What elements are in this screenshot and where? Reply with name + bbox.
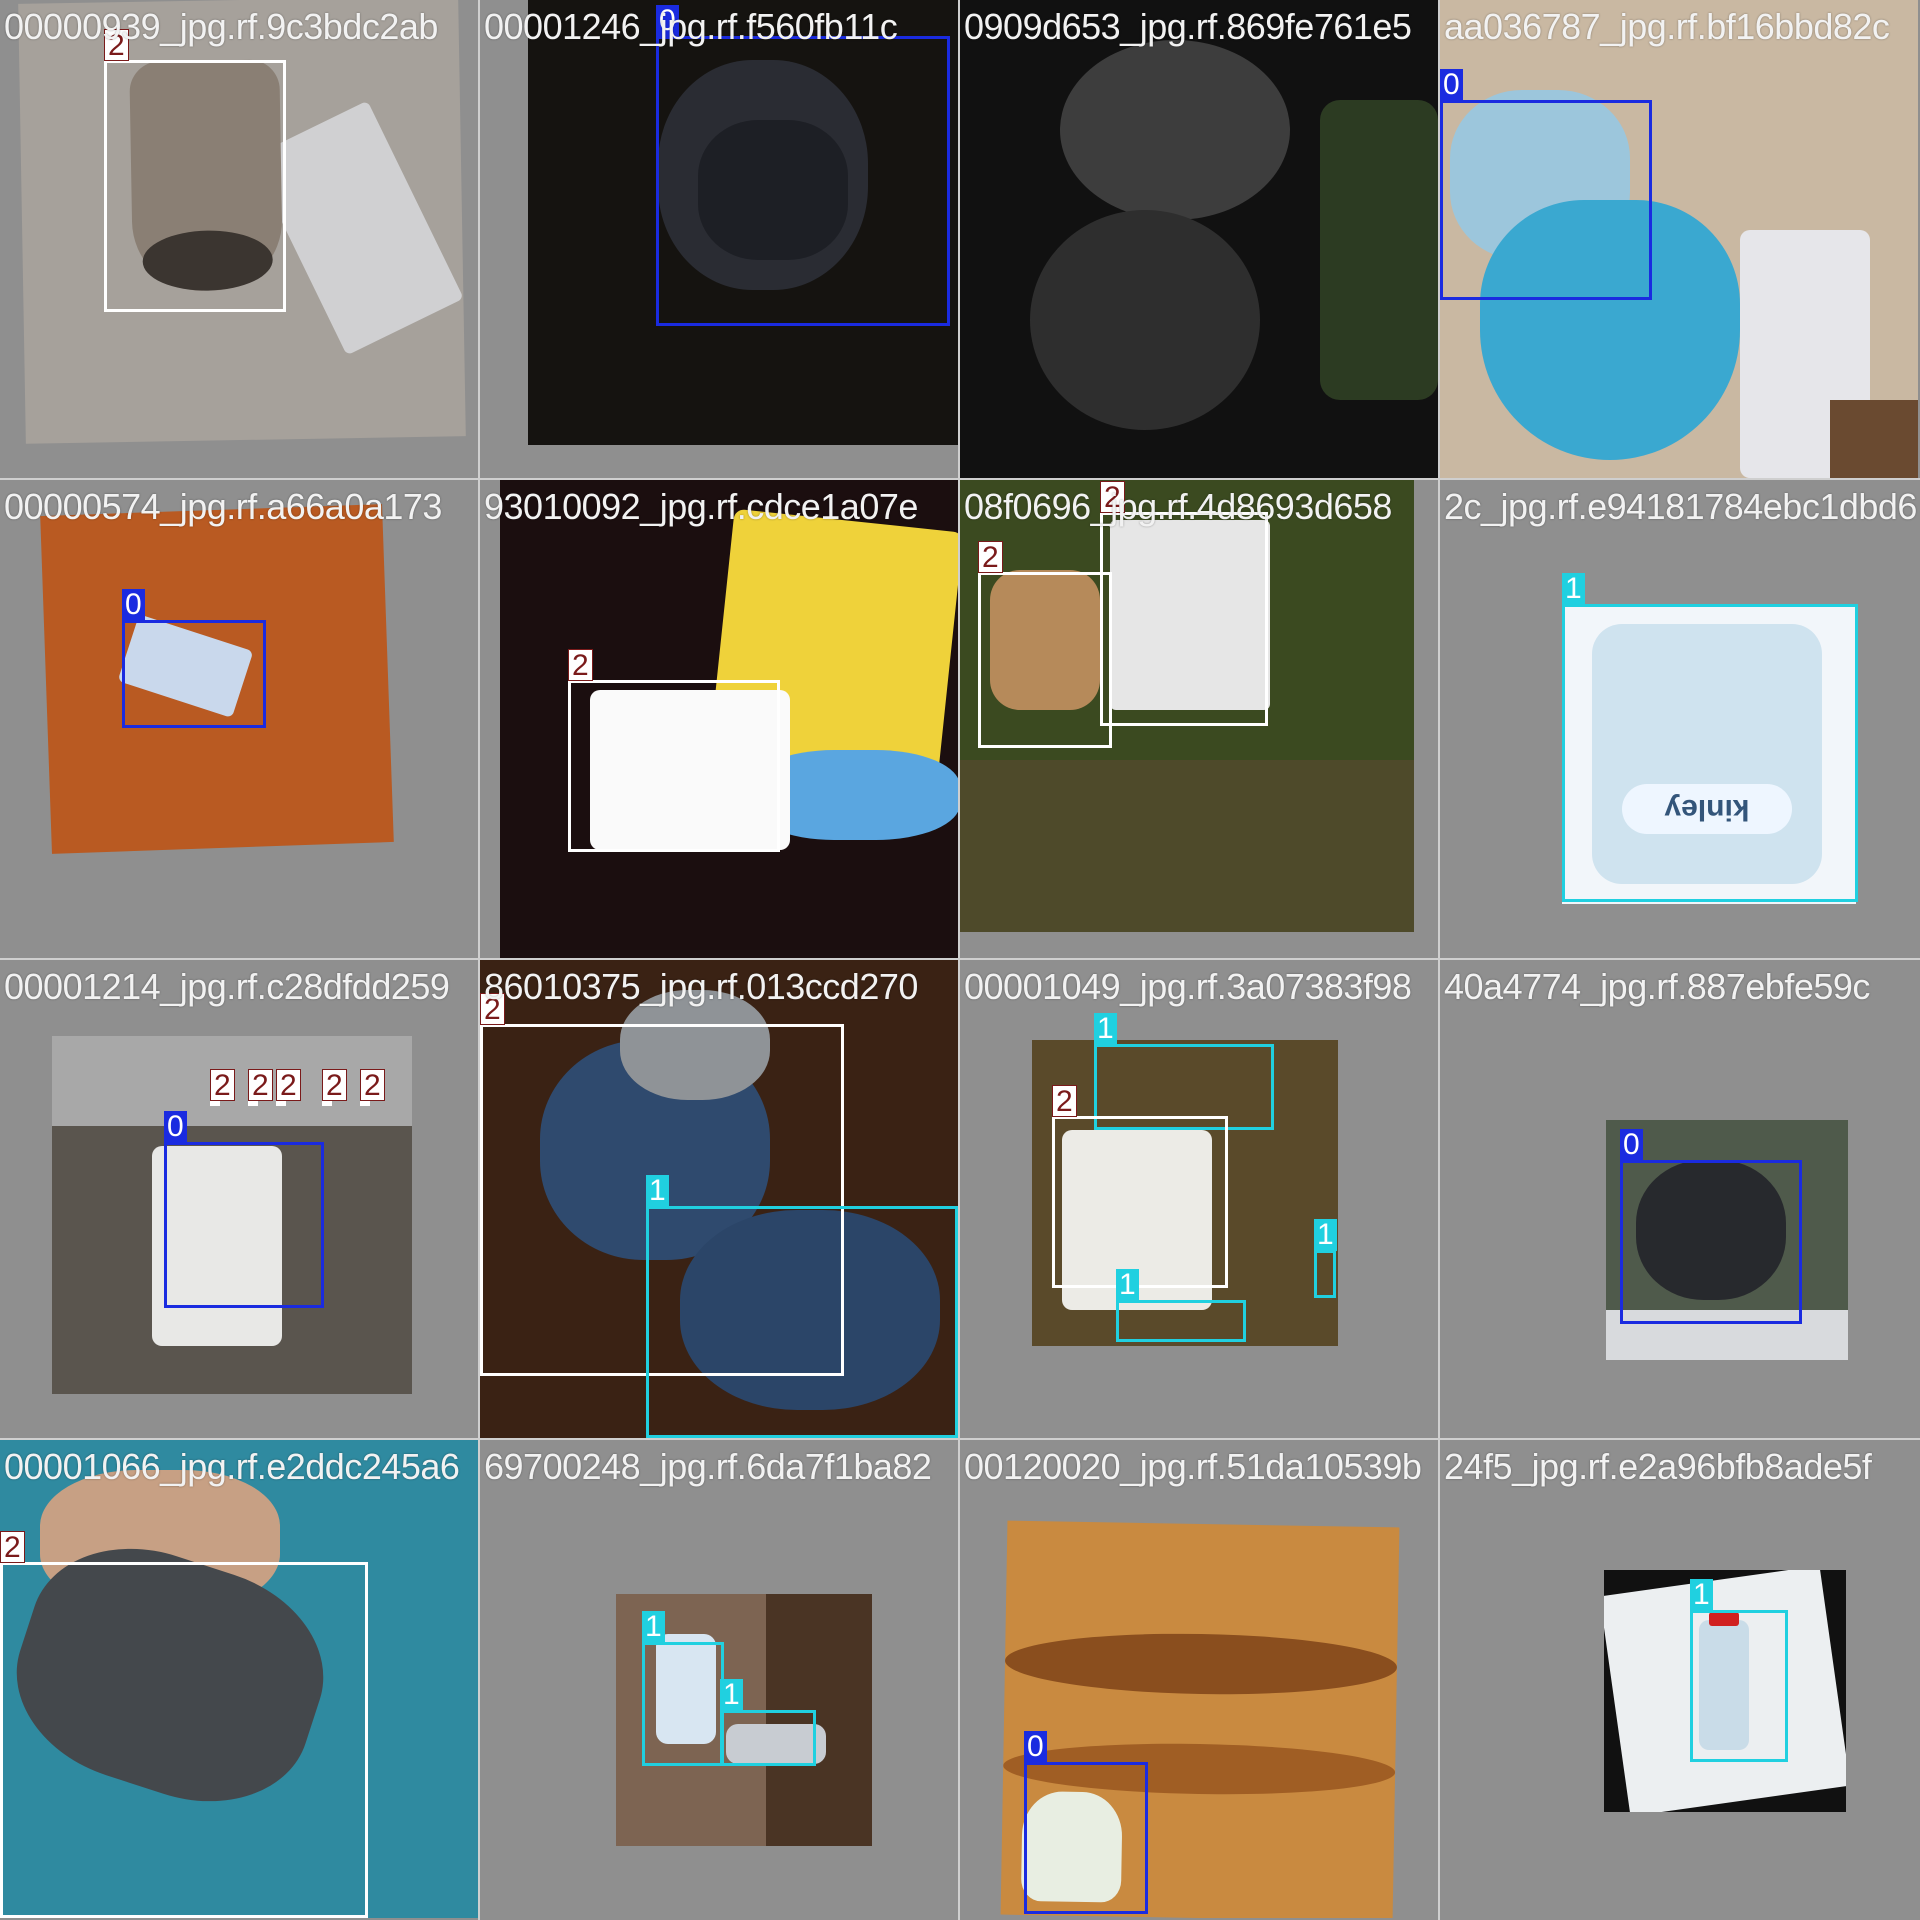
bbox[interactable]: 2 <box>360 1069 385 1106</box>
bbox[interactable]: 2 <box>210 1069 235 1106</box>
tile-filename: 93010092_jpg.rf.cdce1a07e <box>484 486 918 527</box>
bbox[interactable]: 2 <box>568 649 780 852</box>
bbox[interactable]: 1 <box>1314 1219 1337 1298</box>
class-label: 1 <box>1094 1013 1117 1045</box>
bbox[interactable]: 2 <box>276 1069 301 1106</box>
bbox[interactable]: 2 <box>978 541 1112 748</box>
tile-3-photo <box>960 0 1438 478</box>
class-label: 2 <box>1052 1085 1077 1118</box>
class-label: 2 <box>978 541 1003 574</box>
bbox[interactable]: 0 <box>1024 1731 1148 1914</box>
class-label: 2 <box>0 1531 25 1564</box>
tile-5[interactable]: 0 00000574_jpg.rf.a66a0a173 <box>0 480 478 958</box>
grid-separator <box>0 958 1920 960</box>
class-label: 2 <box>322 1069 347 1102</box>
class-label: 1 <box>1116 1269 1139 1301</box>
bbox[interactable]: 1 <box>1116 1269 1246 1342</box>
tile-filename: 86010375_jpg.rf.013ccd270 <box>484 966 918 1007</box>
bbox[interactable]: 1 <box>1562 573 1858 902</box>
bbox[interactable]: 1 <box>646 1175 958 1438</box>
tile-8[interactable]: kinley 1 2c_jpg.rf.e94181784ebc1dbd6 <box>1440 480 1918 958</box>
bbox[interactable]: 1 <box>720 1679 816 1766</box>
tile-11[interactable]: 1 2 1 1 00001049_jpg.rf.3a07383f98 <box>960 960 1438 1438</box>
class-label: 0 <box>1440 69 1463 101</box>
bbox[interactable]: 2 <box>1052 1085 1228 1288</box>
class-label: 2 <box>568 649 593 682</box>
class-label: 0 <box>1620 1129 1643 1161</box>
tile-filename: 00000574_jpg.rf.a66a0a173 <box>4 486 442 527</box>
class-label: 1 <box>642 1611 665 1643</box>
tile-4[interactable]: 0 aa036787_jpg.rf.bf16bbd82c <box>1440 0 1918 478</box>
bbox[interactable]: 0 <box>1620 1129 1802 1324</box>
tile-filename: 00001049_jpg.rf.3a07383f98 <box>964 966 1412 1007</box>
bbox[interactable]: 2 <box>322 1069 347 1106</box>
tile-filename: 69700248_jpg.rf.6da7f1ba82 <box>484 1446 932 1487</box>
tile-3[interactable]: 0909d653_jpg.rf.869fe761e5 <box>960 0 1438 478</box>
class-label: 1 <box>720 1679 743 1711</box>
grid-separator <box>478 0 480 1920</box>
tile-12[interactable]: 0 40a4774_jpg.rf.887ebfe59c <box>1440 960 1918 1438</box>
grid-separator <box>958 0 960 1920</box>
tile-15[interactable]: 0 00120020_jpg.rf.51da10539b <box>960 1440 1438 1918</box>
bbox[interactable]: 2 <box>0 1531 368 1918</box>
tile-6[interactable]: 2 93010092_jpg.rf.cdce1a07e <box>480 480 958 958</box>
tile-2[interactable]: 0 00001246_jpg.rf.f560fb11c <box>480 0 958 478</box>
class-label: 1 <box>1690 1579 1713 1611</box>
bbox[interactable]: 2 <box>104 29 286 312</box>
tile-13[interactable]: 2 00001066_jpg.rf.e2ddc245a6 <box>0 1440 478 1918</box>
tile-10[interactable]: 2 1 86010375_jpg.rf.013ccd270 <box>480 960 958 1438</box>
tile-filename: 00001066_jpg.rf.e2ddc245a6 <box>4 1446 460 1487</box>
class-label: 1 <box>646 1175 669 1207</box>
tile-filename: 0909d653_jpg.rf.869fe761e5 <box>964 6 1412 47</box>
bbox[interactable]: 0 <box>164 1111 324 1308</box>
tile-filename: 00001214_jpg.rf.c28dfdd259 <box>4 966 450 1007</box>
tile-1[interactable]: 2 00000939_jpg.rf.9c3bdc2ab <box>0 0 478 478</box>
tile-14[interactable]: 1 1 69700248_jpg.rf.6da7f1ba82 <box>480 1440 958 1918</box>
bbox[interactable]: 0 <box>1440 69 1652 300</box>
tile-7[interactable]: 2 2 08f0696_jpg.rf.4d8693d658 <box>960 480 1438 958</box>
tile-filename: 24f5_jpg.rf.e2a96bfb8ade5f <box>1444 1446 1872 1487</box>
bbox[interactable]: 0 <box>656 5 950 326</box>
tile-9[interactable]: 0 2 2 2 2 2 00001214_jpg.rf.c28dfdd259 <box>0 960 478 1438</box>
class-label: 2 <box>210 1069 235 1102</box>
class-label: 2 <box>276 1069 301 1102</box>
tile-filename: 00000939_jpg.rf.9c3bdc2ab <box>4 6 438 47</box>
bbox[interactable]: 0 <box>122 589 266 728</box>
class-label: 0 <box>164 1111 187 1143</box>
mosaic-grid: 2 00000939_jpg.rf.9c3bdc2ab 0 00001246_j… <box>0 0 1920 1920</box>
tile-filename: aa036787_jpg.rf.bf16bbd82c <box>1444 6 1890 47</box>
tile-filename: 08f0696_jpg.rf.4d8693d658 <box>964 486 1392 527</box>
class-label: 2 <box>248 1069 273 1102</box>
class-label: 0 <box>1024 1731 1047 1763</box>
tile-16[interactable]: 1 24f5_jpg.rf.e2a96bfb8ade5f <box>1440 1440 1918 1918</box>
bbox[interactable]: 1 <box>642 1611 724 1766</box>
class-label: 1 <box>1562 573 1585 605</box>
bbox[interactable]: 1 <box>1690 1579 1788 1762</box>
grid-separator <box>0 1438 1920 1440</box>
tile-filename: 40a4774_jpg.rf.887ebfe59c <box>1444 966 1870 1007</box>
bbox[interactable]: 2 <box>1100 481 1268 726</box>
tile-filename: 2c_jpg.rf.e94181784ebc1dbd6 <box>1444 486 1917 527</box>
class-label: 2 <box>360 1069 385 1102</box>
grid-separator <box>0 478 1920 480</box>
tile-filename: 00001246_jpg.rf.f560fb11c <box>484 6 898 47</box>
tile-filename: 00120020_jpg.rf.51da10539b <box>964 1446 1422 1487</box>
class-label: 1 <box>1314 1219 1337 1251</box>
class-label: 0 <box>122 589 145 621</box>
bbox[interactable]: 2 <box>248 1069 273 1106</box>
